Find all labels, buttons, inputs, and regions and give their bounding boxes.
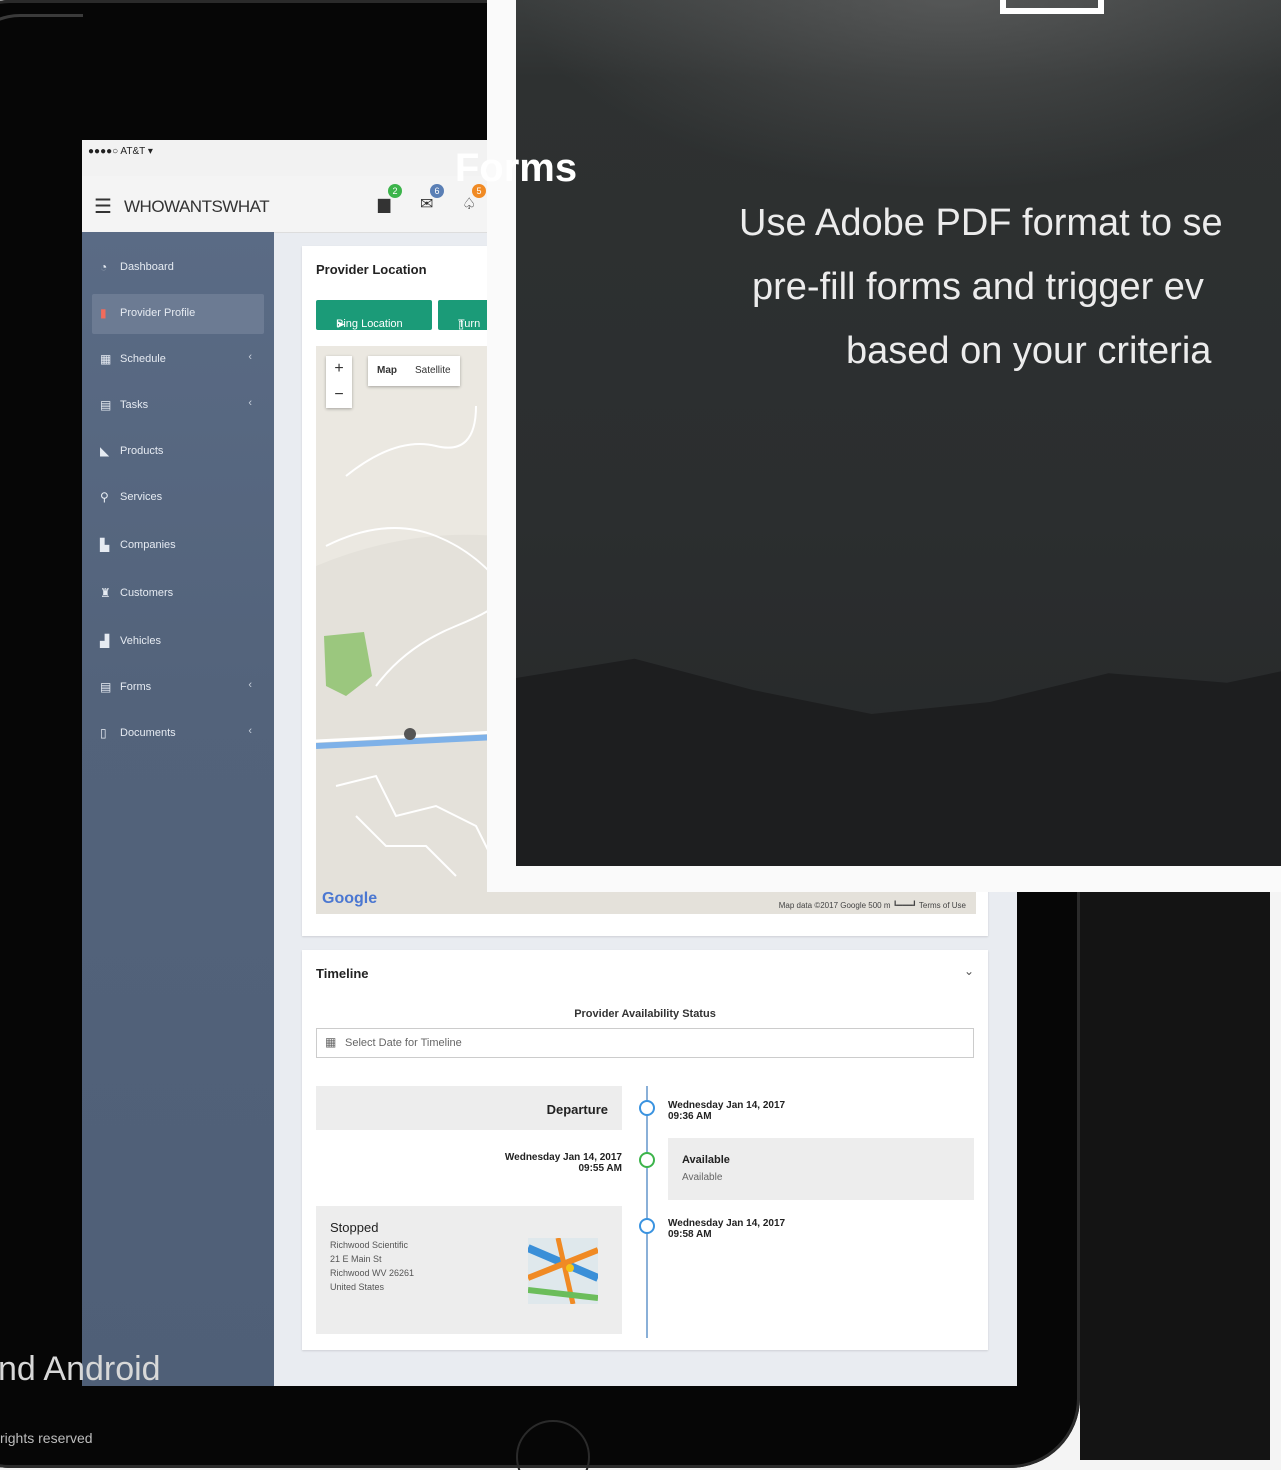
tag-icon: ◣ <box>100 444 110 458</box>
stopped-address-line: United States <box>330 1282 385 1292</box>
hamburger-menu-icon[interactable]: ☰ <box>94 194 112 219</box>
map-type-control: Map Satellite <box>368 356 460 386</box>
wrench-icon: ⚲ <box>100 490 109 504</box>
sidebar-item-label: Dashboard <box>120 261 174 273</box>
sidebar-item-label: Vehicles <box>120 635 161 647</box>
timeline-card: Timeline ⌄ Provider Availability Status … <box>302 950 988 1350</box>
sidebar: ◔ Dashboard ▮ Provider Profile ▦ Schedul… <box>82 232 274 1386</box>
timeline-entry-stopped: Stopped Richwood Scientific 21 E Main St… <box>316 1206 622 1334</box>
sidebar-item-label: Customers <box>120 587 174 599</box>
document-icon: ▯ <box>100 726 107 740</box>
form-icon: ▤ <box>100 680 112 694</box>
timeline-axis <box>646 1086 648 1338</box>
chevron-left-icon: ‹ <box>248 397 252 409</box>
background-dark-panel <box>1080 880 1270 1460</box>
mail-icon[interactable]: ✉ 6 <box>420 184 444 213</box>
dashboard-icon: ◔ <box>100 260 108 274</box>
forms-title: Forms <box>454 146 578 190</box>
map-type-satellite-button[interactable]: Satellite <box>406 356 460 385</box>
stopped-time: Wednesday Jan 14, 2017 09:58 AM <box>668 1218 786 1240</box>
provider-location-title: Provider Location <box>316 262 427 277</box>
ping-location-button[interactable]: ➤ Ping Location <box>316 300 432 331</box>
sidebar-item-schedule[interactable]: ▦ Schedule ‹ <box>92 340 264 380</box>
sidebar-item-label: Provider Profile <box>120 307 196 319</box>
sidebar-item-label: Companies <box>120 539 176 551</box>
map-thumbnail-icon <box>528 1238 598 1304</box>
stopped-address-line: Richwood Scientific <box>330 1240 409 1250</box>
users-icon: ♜ <box>100 586 111 600</box>
timeline-dot-stopped <box>639 1218 655 1234</box>
forms-description-line: Use Adobe PDF format to se <box>739 202 1223 244</box>
calendar-notification-icon[interactable]: ▆ 2 <box>378 184 402 213</box>
calendar-icon: ▦ <box>100 352 112 366</box>
timeline-date-input[interactable]: ▦ Select Date for Timeline <box>316 1028 974 1058</box>
timeline-title: Timeline <box>316 966 369 981</box>
copyright-text: rights reserved <box>0 1430 93 1446</box>
date-placeholder: Select Date for Timeline <box>345 1037 462 1049</box>
collapse-chevron-icon[interactable]: ⌄ <box>964 964 974 978</box>
sidebar-item-label: Products <box>120 445 164 457</box>
timeline-dot-available <box>639 1152 655 1168</box>
sidebar-item-documents[interactable]: ▯ Documents ‹ <box>92 714 264 754</box>
map-type-map-button[interactable]: Map <box>368 356 406 385</box>
google-logo: Google <box>322 890 378 907</box>
sidebar-item-label: Tasks <box>120 399 149 411</box>
timeline-entry-departure: Departure <box>316 1086 622 1130</box>
sidebar-item-label: Services <box>120 491 163 503</box>
platform-text: nd Android <box>0 1350 161 1388</box>
turn-label: Turn <box>458 318 481 330</box>
sidebar-item-tasks[interactable]: ▤ Tasks ‹ <box>92 386 264 426</box>
chevron-left-icon: ‹ <box>248 725 252 737</box>
sidebar-item-label: Forms <box>120 681 152 693</box>
sidebar-item-customers[interactable]: ♜ Customers <box>92 574 264 614</box>
building-icon: ▙ <box>100 538 110 552</box>
forms-description-line: pre-fill forms and trigger ev <box>752 266 1204 308</box>
available-time: Wednesday Jan 14, 2017 09:55 AM <box>504 1152 622 1174</box>
stopped-address-line: 21 E Main St <box>330 1254 382 1264</box>
stage: ●●●●○ AT&T ▾ ☰ WHOWANTSWHAT ▆ 2 ✉ 6 ♤ 5 … <box>0 0 1281 1470</box>
sidebar-item-companies[interactable]: ▙ Companies <box>92 526 264 566</box>
forms-description-line: based on your criteria <box>846 330 1212 372</box>
tasks-icon: ▤ <box>100 398 112 412</box>
sidebar-item-label: Documents <box>120 727 176 739</box>
timeline-entry-available: Available Available <box>668 1138 974 1200</box>
calendar-icon: ▦ <box>325 1035 337 1049</box>
stopped-address-line: Richwood WV 26261 <box>330 1268 415 1278</box>
bell-icon[interactable]: ♤ 5 <box>462 184 486 213</box>
sidebar-item-provider-profile[interactable]: ▮ Provider Profile <box>92 294 264 334</box>
map-marker <box>404 728 416 740</box>
person-icon: ▮ <box>100 306 107 320</box>
available-subtitle: Available <box>682 1172 723 1183</box>
sidebar-item-dashboard[interactable]: ◔ Dashboard <box>92 248 264 288</box>
sidebar-item-forms[interactable]: ▤ Forms ‹ <box>92 668 264 708</box>
sidebar-item-vehicles[interactable]: ▟ Vehicles <box>92 622 264 662</box>
ping-location-label: Ping Location <box>336 318 403 330</box>
timeline-dot-departure <box>639 1100 655 1116</box>
map-attribution[interactable]: Map data ©2017 Google 500 m ┗━━━┛ Terms … <box>779 901 966 910</box>
zoom-in-button[interactable]: + <box>326 356 352 382</box>
platform-label: nd Android <box>0 1350 161 1389</box>
available-title: Available <box>682 1154 730 1166</box>
car-icon: ▟ <box>100 634 110 648</box>
departure-time: Wednesday Jan 14, 2017 09:36 AM <box>668 1100 786 1122</box>
sidebar-item-label: Schedule <box>120 353 166 365</box>
chevron-left-icon: ‹ <box>248 351 252 363</box>
forms-feature-panel <box>516 0 1281 866</box>
zoom-control: + − <box>326 356 352 408</box>
tablet-highlight <box>0 14 83 137</box>
sidebar-item-products[interactable]: ◣ Products <box>92 432 264 472</box>
background-mountains <box>516 658 1281 866</box>
brand-logo: WHOWANTSWHAT <box>124 197 270 216</box>
stopped-title: Stopped <box>330 1220 379 1235</box>
chevron-left-icon: ‹ <box>248 679 252 691</box>
departure-label: Departure <box>546 1102 608 1117</box>
availability-status-title: Provider Availability Status <box>574 1008 716 1020</box>
zoom-out-button[interactable]: − <box>326 382 352 408</box>
sidebar-item-services[interactable]: ⚲ Services <box>92 478 264 518</box>
form-document-icon <box>1000 0 1104 14</box>
